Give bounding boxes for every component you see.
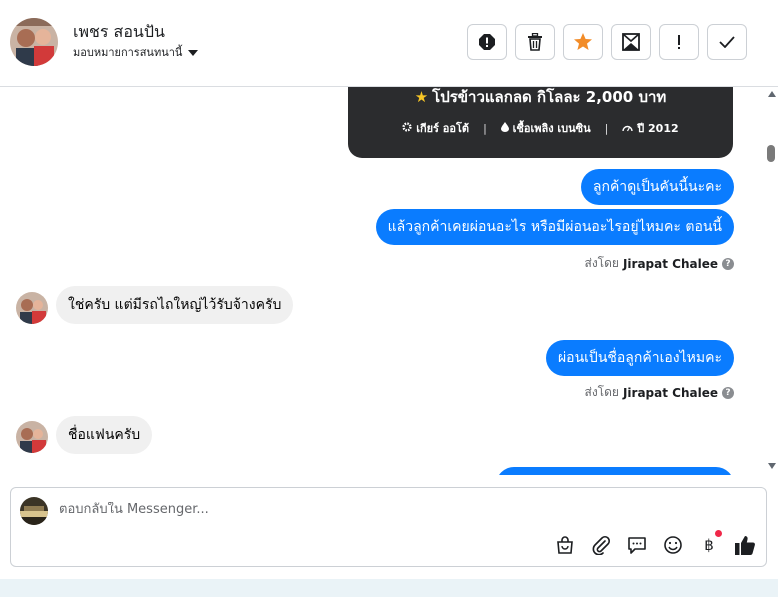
outgoing-message[interactable]: แล้วลูกค้าเคยผ่อนอะไร หรือมีผ่อนอะไรอยู่… [375,209,734,245]
delete-button[interactable] [515,24,555,60]
emoji-button[interactable] [662,534,684,556]
scroll-thumb[interactable] [767,145,775,162]
report-icon [479,34,495,50]
gear-icon [402,122,412,132]
emoji-icon [664,536,682,554]
header-toolbar [467,24,747,60]
help-icon[interactable]: ? [722,386,734,399]
notification-dot [715,530,722,537]
contact-name: เพชร สอนปัน [73,22,165,41]
year-spec: ปี 2012 [622,119,679,137]
star-icon [574,33,592,50]
page-avatar [20,497,48,525]
spam-button[interactable] [659,24,699,60]
like-button[interactable] [734,534,756,556]
mark-done-button[interactable] [707,24,747,60]
contact-avatar[interactable] [10,18,58,66]
reply-composer: ฿ [10,487,767,567]
caret-down-icon [188,50,199,56]
incoming-message[interactable]: ชื่อแฟนครับ [56,416,153,454]
trash-icon [528,33,542,51]
star-button[interactable] [563,24,603,60]
baht-icon: ฿ [704,536,714,554]
message-thread[interactable]: ★ โปรข้าวแลกลด กิโลละ 2,000 บาท เกียร์ ออ… [0,87,766,475]
outgoing-message[interactable]: ลูกค้าดูเป็นคันนี้นะคะ [580,169,734,205]
scroll-up-arrow-icon[interactable] [768,91,776,97]
product-card-title: โปรข้าวแลกลด กิโลละ 2,000 บาท [432,88,667,106]
conversation-header: เพชร สอนปัน มอบหมายการสนทนานี้ [0,0,778,87]
mark-unread-button[interactable] [611,24,651,60]
fuel-spec: เชื้อเพลิง เบนซิน [500,119,591,137]
contact-avatar-small[interactable] [16,292,48,324]
fuel-label: เชื้อเพลิง เบนซิน [512,122,591,135]
chat-icon [628,537,646,554]
sent-by-line: ส่งโดย Jirapat Chalee ? [584,254,734,273]
help-icon[interactable]: ? [722,257,734,270]
check-icon [719,36,735,48]
mark-unread-icon [622,33,640,51]
outgoing-message-partial[interactable] [496,467,734,475]
bag-icon [557,536,573,554]
divider: | [604,121,609,135]
sent-by-name[interactable]: Jirapat Chalee [623,386,718,400]
outgoing-message[interactable]: ผ่อนเป็นชื่อลูกค้าเองไหมคะ [545,340,734,376]
assign-conversation-label: มอบหมายการสนทนานี้ [73,46,183,59]
reply-input[interactable] [59,502,659,517]
gear-label: เกียร์ ออโต้ [416,122,470,135]
payment-button[interactable]: ฿ [698,530,722,556]
page-footer-background [0,579,778,597]
sent-by-prefix: ส่งโดย [584,385,619,399]
fuel-drop-icon [500,122,509,132]
shop-button[interactable] [554,534,576,556]
incoming-message[interactable]: ใช่ครับ แต่มีรถไถใหญ่ไว้รับจ้างครับ [56,286,294,324]
gauge-icon [622,125,634,132]
sent-by-line: ส่งโดย Jirapat Chalee ? [584,383,734,402]
assign-conversation-dropdown[interactable]: มอบหมายการสนทนานี้ [73,43,199,61]
product-card-specs: เกียร์ ออโต้ | เชื้อเพลิง เบนซิน | ปี 20… [348,119,733,137]
gear-spec: เกียร์ ออโต้ [402,119,469,137]
sent-by-name[interactable]: Jirapat Chalee [623,257,718,271]
thread-scrollbar[interactable] [766,87,778,475]
contact-avatar-small[interactable] [16,421,48,453]
year-label: ปี 2012 [637,122,679,135]
product-card[interactable]: ★ โปรข้าวแลกลด กิโลละ 2,000 บาท เกียร์ ออ… [348,87,733,158]
paperclip-icon [592,535,611,555]
saved-replies-button[interactable] [626,534,648,556]
composer-toolbar: ฿ [554,530,756,556]
report-button[interactable] [467,24,507,60]
like-icon [735,536,755,555]
exclamation-icon [678,35,680,49]
divider: | [483,121,487,135]
product-card-title-row: ★ โปรข้าวแลกลด กิโลละ 2,000 บาท [348,87,733,109]
star-icon: ★ [414,88,429,106]
sent-by-prefix: ส่งโดย [584,256,619,270]
attach-button[interactable] [590,534,612,556]
scroll-down-arrow-icon[interactable] [768,463,776,469]
